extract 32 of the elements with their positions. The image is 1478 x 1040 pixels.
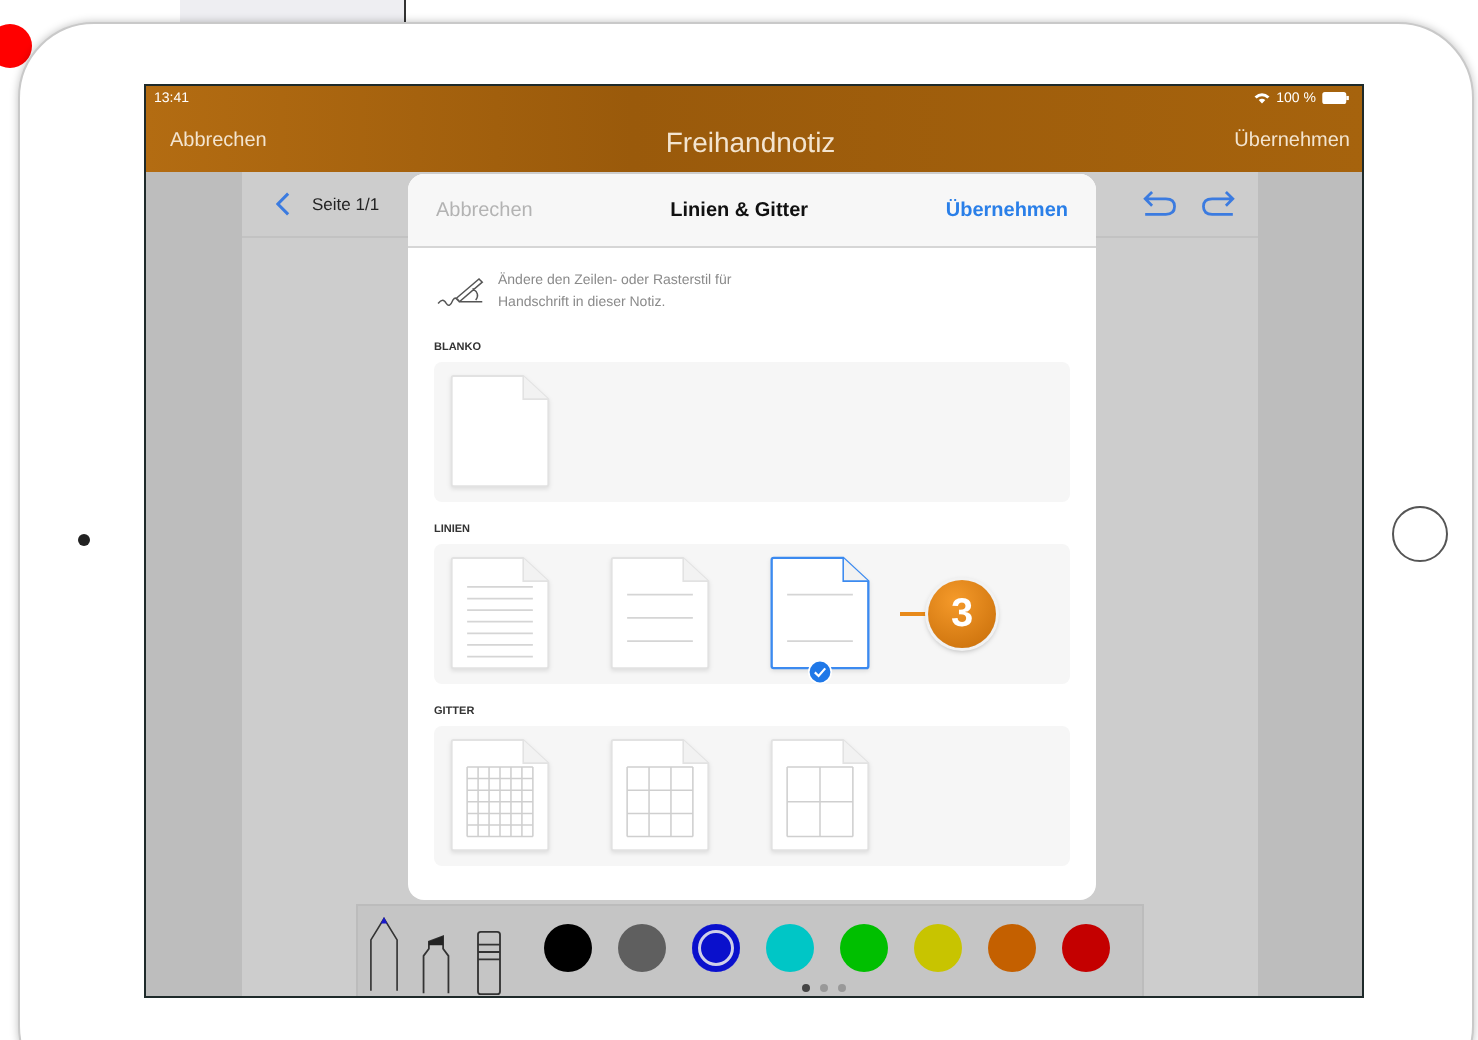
callout-badge: 3 [928, 580, 996, 648]
battery-icon [1322, 92, 1350, 104]
wifi-icon [1254, 92, 1271, 104]
apply-button[interactable]: Übernehmen [945, 199, 1068, 221]
screen-title: Freihandnotiz [665, 125, 836, 157]
page-indicator: Seite 1/1 [312, 194, 380, 214]
marker-tool-icon[interactable] [420, 930, 452, 996]
handwriting-pen-icon [434, 274, 488, 310]
leader-line [900, 612, 928, 616]
eraser-tool-icon[interactable] [476, 930, 502, 996]
undo-icon[interactable] [1140, 190, 1178, 218]
cancel-button[interactable]: Abbrechen [170, 130, 267, 152]
color-swatch[interactable] [840, 923, 888, 971]
color-swatch[interactable] [618, 923, 666, 971]
page-dot[interactable] [820, 984, 828, 992]
color-swatch[interactable] [692, 923, 740, 971]
color-swatch[interactable] [988, 923, 1036, 971]
page-dot[interactable] [802, 984, 810, 992]
camera-dot [78, 534, 90, 546]
dialog-title: Linien & Gitter [670, 199, 809, 221]
page-dot[interactable] [838, 984, 846, 992]
home-button[interactable] [1392, 506, 1448, 562]
color-swatch[interactable] [766, 923, 814, 971]
cancel-button[interactable]: Abbrechen [436, 199, 533, 221]
color-swatch[interactable] [914, 923, 962, 971]
color-swatch[interactable] [544, 923, 592, 971]
apply-button[interactable]: Übernehmen [1234, 130, 1350, 152]
marker-dot [0, 24, 32, 68]
back-chevron-icon[interactable] [276, 192, 290, 216]
redo-icon[interactable] [1200, 190, 1238, 218]
color-swatch[interactable] [1062, 923, 1110, 971]
paper-template[interactable] [768, 556, 872, 672]
